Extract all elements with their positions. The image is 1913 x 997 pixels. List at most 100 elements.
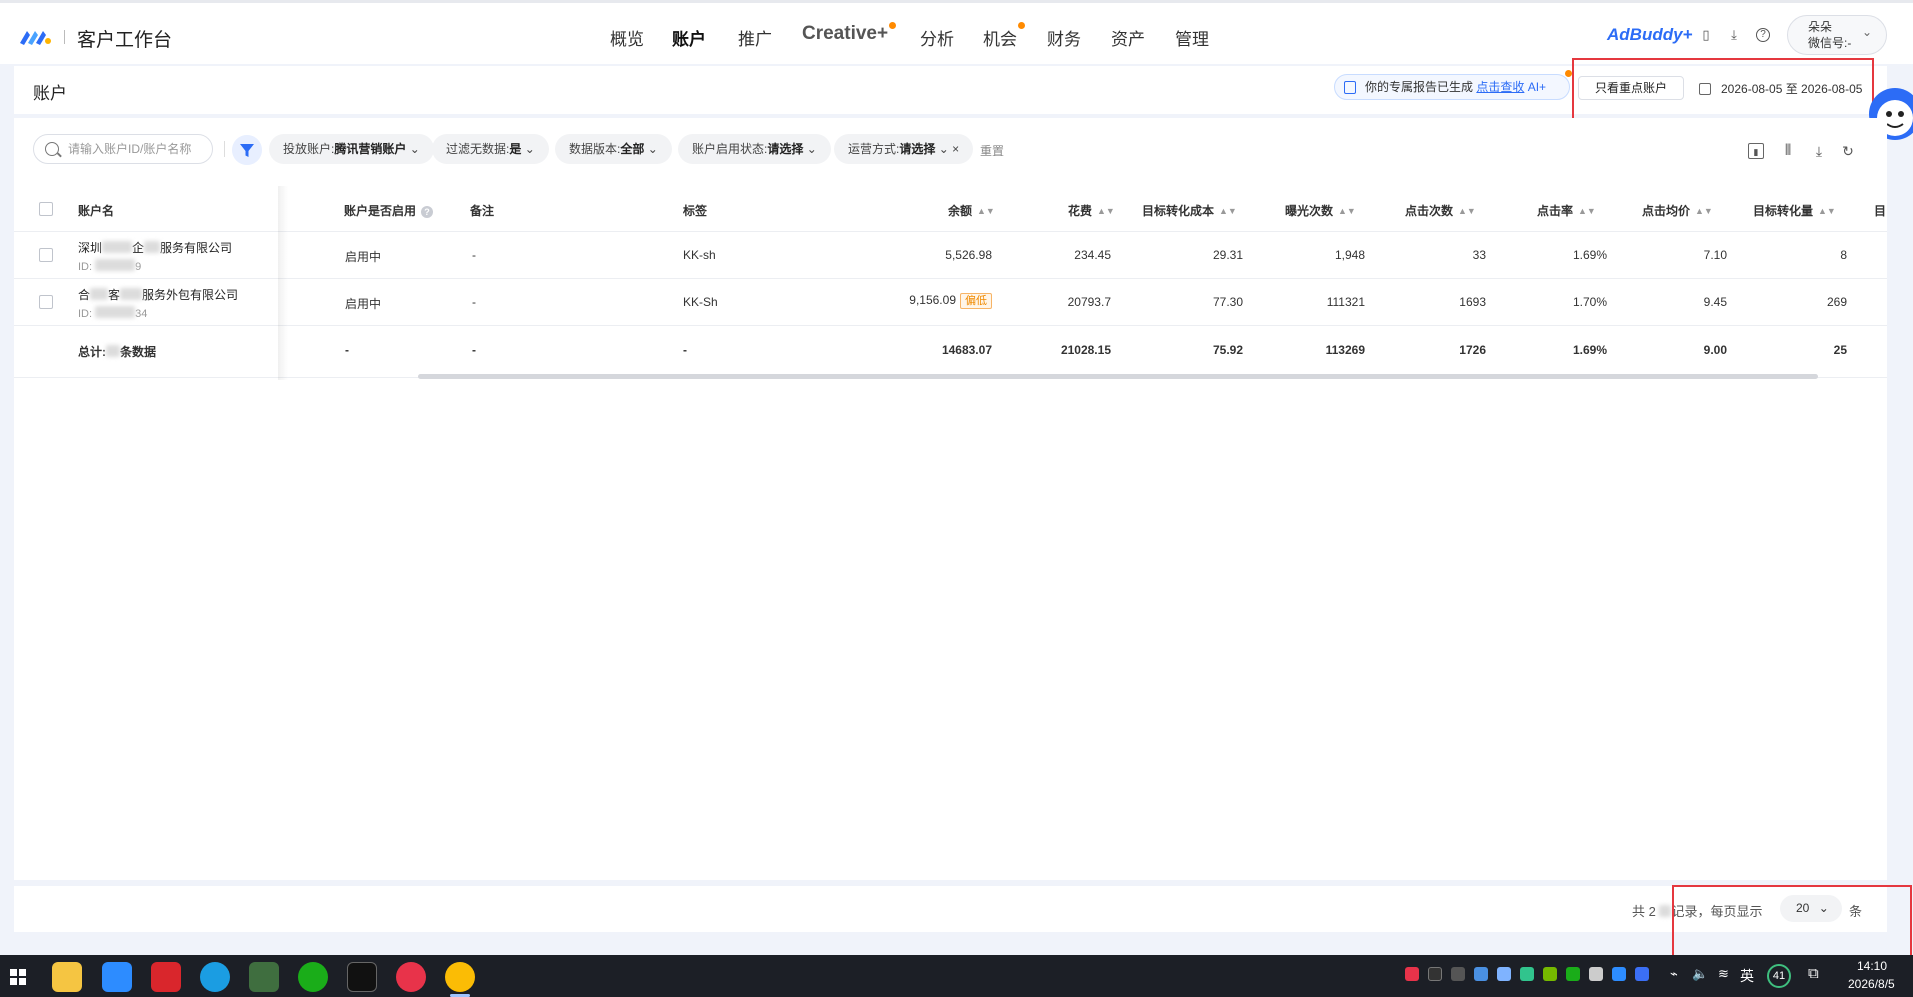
nav-overview[interactable]: 概览 xyxy=(610,25,644,50)
col-label: 账户是否启用 xyxy=(344,204,417,218)
col-impressions[interactable]: 曝光次数 ▲▼ xyxy=(1285,202,1356,219)
clock-date[interactable]: 2026/8/5 xyxy=(1848,977,1895,991)
volume-icon[interactable]: 🔈 xyxy=(1692,966,1708,982)
search-input[interactable]: 请输入账户ID/账户名称 xyxy=(33,134,213,164)
nav-analysis[interactable]: 分析 xyxy=(920,25,954,50)
tiktok-icon[interactable] xyxy=(1428,967,1442,981)
note-cell: - xyxy=(472,248,476,262)
export-icon[interactable]: ⤓ xyxy=(1811,143,1827,159)
table-row: 深圳 企 服务有限公司 ID: 9 启用中 - KK-sh 5,526.98 234… xyxy=(14,232,1887,279)
total-clicks: 1726 xyxy=(1459,343,1486,357)
tag-cell: KK-Sh xyxy=(683,295,718,309)
filter-chip-operation-mode[interactable]: 运营方式:请选择 ⌄ × xyxy=(834,134,974,164)
nav-assets[interactable]: 资产 xyxy=(1111,25,1145,50)
filter-funnel-icon[interactable] xyxy=(232,135,262,165)
reset-button[interactable]: 重置 xyxy=(980,142,1004,159)
total-label: 总计: 条数据 xyxy=(78,343,156,360)
download-icon[interactable]: ⤓ xyxy=(1727,28,1741,42)
filter-chip-account-type[interactable]: 投放账户:腾讯营销账户 ⌄ xyxy=(269,134,434,164)
clicks-cell: 1693 xyxy=(1459,295,1486,309)
account-name[interactable]: 深圳 企 服务有限公司 xyxy=(78,239,232,256)
mobile-icon[interactable]: ▯ xyxy=(1699,28,1713,42)
nvidia-icon[interactable] xyxy=(1543,967,1557,981)
tray-app-icon[interactable] xyxy=(1405,967,1419,981)
col-enabled[interactable]: 账户是否启用? xyxy=(344,202,434,219)
sort-icon[interactable]: ▲▼ xyxy=(1338,206,1356,216)
filter-chip-data-version[interactable]: 数据版本:全部 ⌄ xyxy=(555,134,672,164)
wps-icon[interactable] xyxy=(151,962,181,992)
edge-icon[interactable] xyxy=(200,962,230,992)
chart-view-icon[interactable]: ▮ xyxy=(1748,143,1764,159)
adbuddy-brand[interactable]: AdBuddy+ xyxy=(1607,25,1692,45)
notification-badge[interactable]: 41 xyxy=(1767,964,1791,988)
refresh-icon[interactable]: ↻ xyxy=(1840,143,1856,159)
col-ctr[interactable]: 点击率 ▲▼ xyxy=(1537,202,1596,219)
columns-icon[interactable]: ⦀ xyxy=(1780,143,1796,159)
nav-management[interactable]: 管理 xyxy=(1175,25,1209,50)
screenshot-tool-icon[interactable]: ⧉ xyxy=(1808,965,1819,982)
usb-icon[interactable] xyxy=(1589,967,1603,981)
sort-icon[interactable]: ▲▼ xyxy=(1578,206,1596,216)
nav-accounts[interactable]: 账户 xyxy=(672,25,706,50)
ime-indicator[interactable]: 英 xyxy=(1740,966,1754,986)
tray-file-icon[interactable] xyxy=(1497,967,1511,981)
sort-icon[interactable]: ▲▼ xyxy=(1097,206,1115,216)
capcut-tray-icon[interactable] xyxy=(1451,967,1465,981)
app-logo-icon[interactable] xyxy=(18,25,52,47)
user-wechat: 微信号:- xyxy=(1808,36,1852,50)
sort-icon[interactable]: ▲▼ xyxy=(1818,206,1836,216)
col-clicks[interactable]: 点击次数 ▲▼ xyxy=(1405,202,1476,219)
file-explorer-icon[interactable] xyxy=(52,962,82,992)
report-link[interactable]: 点击查收 xyxy=(1476,80,1524,94)
col-cpa[interactable]: 目标转化成本 ▲▼ xyxy=(1142,202,1237,219)
total-cpc: 9.00 xyxy=(1703,343,1727,357)
nav-promotion[interactable]: 推广 xyxy=(738,25,772,50)
nav-finance[interactable]: 财务 xyxy=(1047,25,1081,50)
windows-start-icon[interactable] xyxy=(10,969,26,985)
nav-creative[interactable]: Creative+ xyxy=(802,23,888,45)
clear-icon[interactable]: × xyxy=(952,142,959,156)
col-conversions[interactable]: 目标转化量 ▲▼ xyxy=(1753,202,1836,219)
tray-blue-icon[interactable] xyxy=(1474,967,1488,981)
shield-icon[interactable] xyxy=(1635,967,1649,981)
app-red-icon[interactable] xyxy=(396,962,426,992)
tray-sync-icon[interactable] xyxy=(1612,967,1626,981)
help-icon[interactable]: ? xyxy=(1756,28,1770,42)
col-account-name[interactable]: 账户名 xyxy=(78,202,114,219)
col-cpc[interactable]: 点击均价 ▲▼ xyxy=(1642,202,1713,219)
select-all-checkbox[interactable] xyxy=(39,202,53,216)
report-banner[interactable]: 你的专属报告已生成 点击查收 AI+ xyxy=(1334,74,1570,100)
total-conversions: 25 xyxy=(1833,343,1847,357)
terminal-icon[interactable] xyxy=(249,962,279,992)
conversions-cell: 8 xyxy=(1840,248,1847,262)
clock-time[interactable]: 14:10 xyxy=(1857,959,1887,973)
horizontal-scrollbar[interactable] xyxy=(418,374,1818,379)
wechat-icon[interactable] xyxy=(298,962,328,992)
row-checkbox[interactable] xyxy=(39,295,53,309)
sort-icon[interactable]: ▲▼ xyxy=(1458,206,1476,216)
filter-chip-enabled-status[interactable]: 账户启用状态:请选择 ⌄ xyxy=(678,134,831,164)
redacted-block xyxy=(95,306,136,318)
network-icon[interactable]: ⌁ xyxy=(1670,966,1678,982)
capcut-icon[interactable] xyxy=(347,962,377,992)
chrome-icon[interactable] xyxy=(445,962,475,992)
wifi-icon[interactable]: ≋ xyxy=(1718,966,1729,982)
report-notice-dot xyxy=(1565,70,1572,77)
redacted-block xyxy=(90,288,109,300)
tray-green-icon[interactable] xyxy=(1520,967,1534,981)
col-balance[interactable]: 余额 ▲▼ xyxy=(948,202,995,219)
nav-opportunity[interactable]: 机会 xyxy=(983,25,1017,50)
user-menu[interactable]: 朵朵 微信号:- ⌄ xyxy=(1787,15,1887,55)
app-blue-icon[interactable] xyxy=(102,962,132,992)
sort-icon[interactable]: ▲▼ xyxy=(1219,206,1237,216)
filter-chip-no-data[interactable]: 过滤无数据:是 ⌄ xyxy=(432,134,549,164)
sort-icon[interactable]: ▲▼ xyxy=(977,206,995,216)
redacted-block xyxy=(106,345,120,357)
help-icon[interactable]: ? xyxy=(421,206,434,218)
sort-icon[interactable]: ▲▼ xyxy=(1695,206,1713,216)
impressions-cell: 1,948 xyxy=(1334,248,1365,262)
col-spend[interactable]: 花费 ▲▼ xyxy=(1068,202,1115,219)
row-checkbox[interactable] xyxy=(39,248,53,262)
wechat-tray-icon[interactable] xyxy=(1566,967,1580,981)
account-name[interactable]: 合 客 服务外包有限公司 xyxy=(78,286,238,303)
